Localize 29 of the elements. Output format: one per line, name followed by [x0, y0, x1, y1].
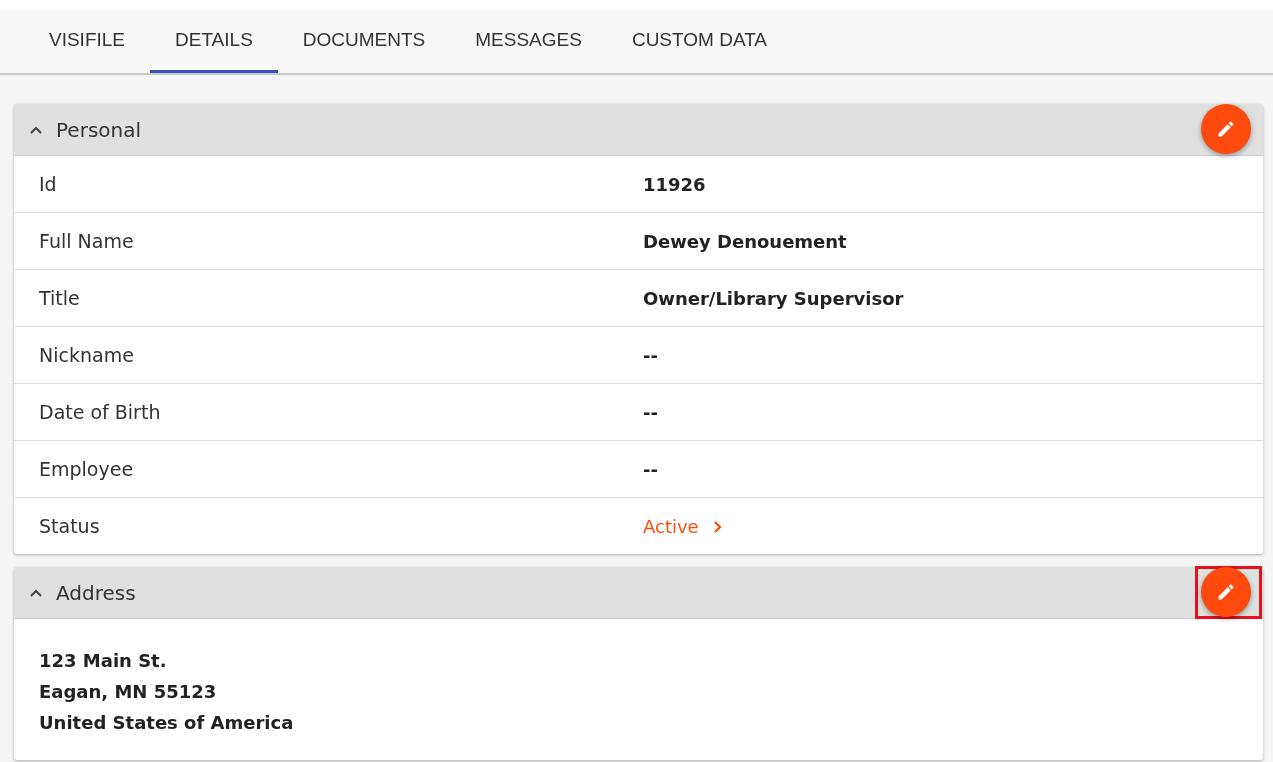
chevron-right-icon: [712, 519, 722, 534]
tab[interactable]: VISIFILE: [24, 10, 151, 73]
field-label: Full Name: [39, 230, 135, 252]
field-value: --: [643, 345, 658, 366]
address-line: Eagan, MN 55123: [39, 680, 218, 704]
section-title: Address: [56, 580, 136, 605]
field-label: Title: [39, 287, 81, 309]
section-header[interactable]: Personal: [14, 104, 1263, 156]
field-label: Employee: [39, 458, 135, 480]
chevron-up-icon[interactable]: [30, 125, 42, 134]
address-line: United States of America: [39, 711, 295, 735]
tab[interactable]: DOCUMENTS: [277, 10, 451, 73]
pencil-icon: [1216, 119, 1236, 139]
field-value: Dewey Denouement: [643, 231, 847, 252]
field-value: --: [643, 459, 658, 480]
chevron-up-icon[interactable]: [30, 588, 42, 597]
field-value: --: [643, 402, 658, 423]
pencil-icon: [1216, 582, 1236, 602]
field-label: Id: [39, 173, 58, 195]
field-value: 11926: [643, 174, 706, 195]
field-value: Owner/Library Supervisor: [643, 288, 904, 309]
field-label: Status: [39, 515, 101, 537]
tab[interactable]: MESSAGES: [450, 10, 607, 73]
tab[interactable]: CUSTOM DATA: [606, 10, 793, 73]
section-title: Personal: [56, 117, 142, 142]
section-header[interactable]: Address: [14, 567, 1263, 619]
field-label: Date of Birth: [39, 401, 162, 423]
field-label: Nickname: [39, 344, 135, 366]
address-line: 123 Main St.: [39, 649, 168, 673]
